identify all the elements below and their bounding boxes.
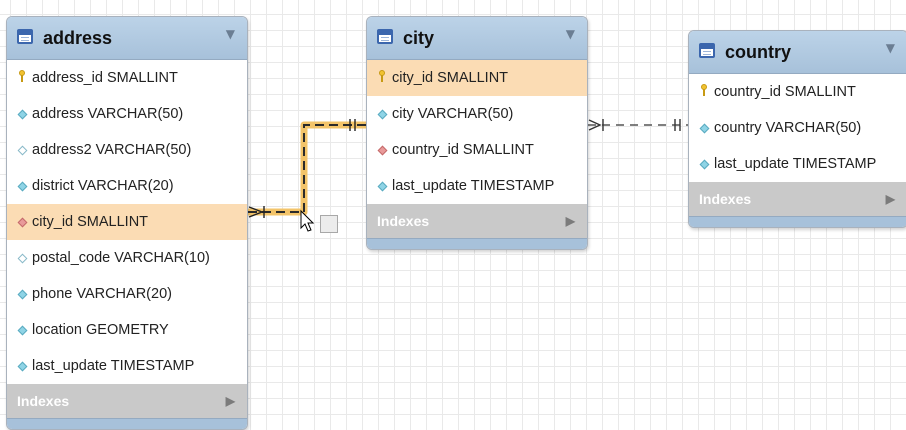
nullable-column-icon	[17, 240, 27, 276]
indexes-section[interactable]: Indexes ▶	[7, 384, 247, 418]
column-diamond-icon	[699, 146, 709, 182]
field-row[interactable]: address VARCHAR(50)	[7, 96, 247, 132]
field-label: last_update TIMESTAMP	[392, 178, 555, 194]
field-label: postal_code VARCHAR(10)	[32, 250, 210, 266]
field-row[interactable]: district VARCHAR(20)	[7, 168, 247, 204]
field-label: district VARCHAR(20)	[32, 178, 174, 194]
field-row[interactable]: country_id SMALLINT	[367, 132, 587, 168]
relationship-city-country[interactable]	[588, 119, 688, 131]
field-row[interactable]: last_update TIMESTAMP	[7, 348, 247, 384]
table-title: city	[403, 28, 435, 48]
table-footer	[367, 238, 587, 249]
field-label: last_update TIMESTAMP	[32, 358, 195, 374]
table-footer	[689, 216, 906, 227]
primary-key-icon	[699, 74, 709, 110]
table-title: address	[43, 28, 113, 48]
indexes-label: Indexes	[17, 393, 70, 409]
table-city[interactable]: city ▼ city_id SMALLINT city VARCHAR(50) c…	[366, 16, 588, 250]
primary-key-icon	[17, 60, 27, 96]
field-label: phone VARCHAR(20)	[32, 286, 172, 302]
field-list: address_id SMALLINT address VARCHAR(50) ad…	[7, 60, 247, 384]
field-label: city_id SMALLINT	[32, 214, 149, 230]
field-row[interactable]: postal_code VARCHAR(10)	[7, 240, 247, 276]
table-country[interactable]: country ▼ country_id SMALLINT country VAR…	[688, 30, 906, 228]
column-diamond-icon	[17, 168, 27, 204]
table-header-city[interactable]: city ▼	[367, 17, 587, 60]
mouse-pointer-icon	[300, 209, 315, 232]
table-icon	[699, 43, 715, 58]
field-list: country_id SMALLINT country VARCHAR(50) la…	[689, 74, 906, 182]
field-row[interactable]: address_id SMALLINT	[7, 60, 247, 96]
field-row[interactable]: city_id SMALLINT	[367, 60, 587, 96]
expand-arrow-icon[interactable]: ▶	[226, 384, 235, 418]
table-address[interactable]: address ▼ address_id SMALLINT address VAR…	[6, 16, 248, 430]
column-diamond-icon	[17, 276, 27, 312]
collapse-arrow-icon[interactable]: ▼	[886, 41, 895, 55]
field-row[interactable]: location GEOMETRY	[7, 312, 247, 348]
primary-key-icon	[377, 60, 387, 96]
expand-arrow-icon[interactable]: ▶	[886, 182, 895, 216]
table-footer	[7, 418, 247, 429]
field-label: address2 VARCHAR(50)	[32, 142, 192, 158]
column-diamond-icon	[17, 348, 27, 384]
column-diamond-icon	[17, 312, 27, 348]
field-label: country_id SMALLINT	[392, 142, 534, 158]
column-diamond-icon	[17, 96, 27, 132]
table-header-country[interactable]: country ▼	[689, 31, 906, 74]
field-label: address VARCHAR(50)	[32, 106, 184, 122]
field-label: location GEOMETRY	[32, 322, 169, 338]
field-label: country VARCHAR(50)	[714, 120, 862, 136]
column-diamond-icon	[699, 110, 709, 146]
indexes-label: Indexes	[377, 213, 430, 229]
field-row[interactable]: city_id SMALLINT	[7, 204, 247, 240]
expand-arrow-icon[interactable]: ▶	[566, 204, 575, 238]
field-row[interactable]: address2 VARCHAR(50)	[7, 132, 247, 168]
collapse-arrow-icon[interactable]: ▼	[226, 27, 235, 41]
field-label: city VARCHAR(50)	[392, 106, 514, 122]
foreign-key-icon	[17, 204, 27, 240]
field-list: city_id SMALLINT city VARCHAR(50) country_…	[367, 60, 587, 204]
field-row[interactable]: country_id SMALLINT	[689, 74, 906, 110]
table-title: country	[725, 42, 792, 62]
field-label: last_update TIMESTAMP	[714, 156, 877, 172]
relationship-address-city[interactable]	[248, 119, 366, 218]
foreign-key-icon	[377, 132, 387, 168]
field-row[interactable]: last_update TIMESTAMP	[367, 168, 587, 204]
column-diamond-icon	[377, 168, 387, 204]
field-row[interactable]: country VARCHAR(50)	[689, 110, 906, 146]
connector-drag-handle[interactable]	[320, 215, 338, 233]
field-label: city_id SMALLINT	[392, 70, 509, 86]
collapse-arrow-icon[interactable]: ▼	[566, 27, 575, 41]
field-row[interactable]: phone VARCHAR(20)	[7, 276, 247, 312]
column-diamond-icon	[377, 96, 387, 132]
field-label: address_id SMALLINT	[32, 70, 178, 86]
nullable-column-icon	[17, 132, 27, 168]
field-row[interactable]: city VARCHAR(50)	[367, 96, 587, 132]
table-icon	[377, 29, 393, 44]
indexes-label: Indexes	[699, 191, 752, 207]
field-row[interactable]: last_update TIMESTAMP	[689, 146, 906, 182]
indexes-section[interactable]: Indexes ▶	[367, 204, 587, 238]
field-label: country_id SMALLINT	[714, 84, 856, 100]
table-icon	[17, 29, 33, 44]
table-header-address[interactable]: address ▼	[7, 17, 247, 60]
indexes-section[interactable]: Indexes ▶	[689, 182, 906, 216]
